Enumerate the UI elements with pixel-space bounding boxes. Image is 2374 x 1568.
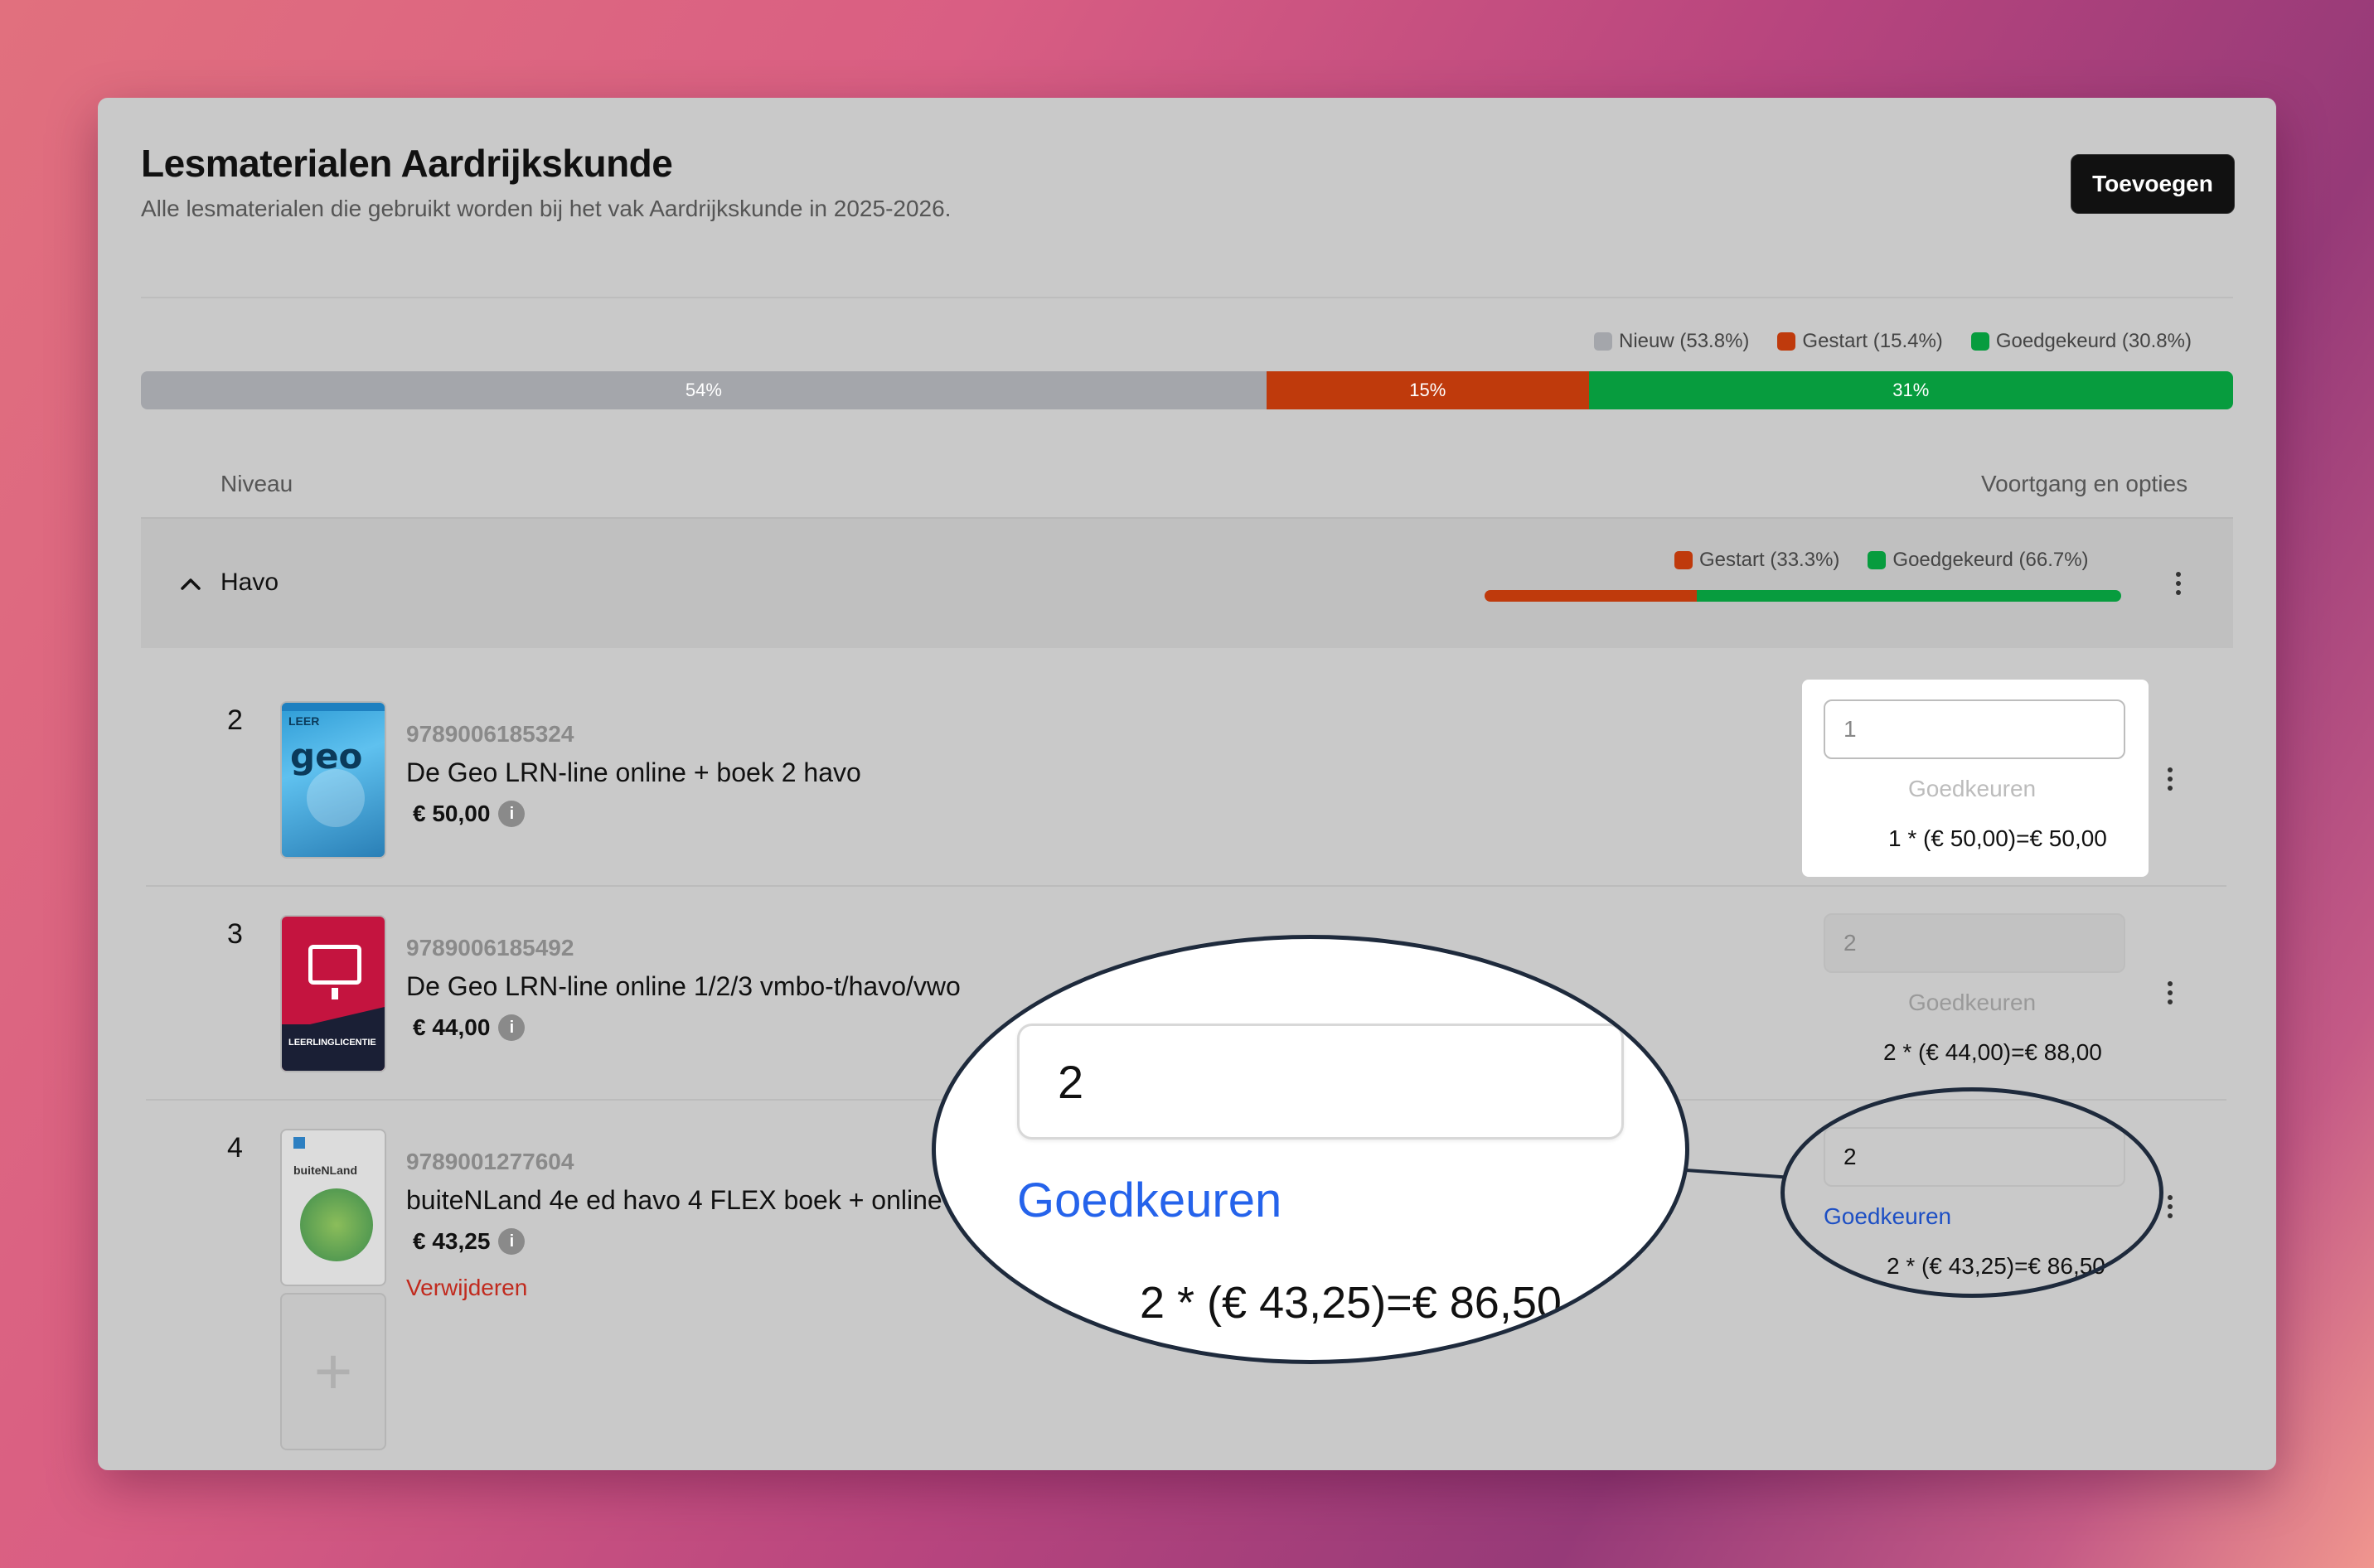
progress-segment-started (1485, 590, 1697, 602)
add-image-plus-icon[interactable]: + (280, 1293, 386, 1450)
progress-segment-new: 54% (141, 371, 1267, 409)
overall-progress-bar: 54% 15% 31% (141, 371, 2233, 409)
product-name[interactable]: De Geo LRN-line online + boek 2 havo (406, 757, 861, 788)
book-cover-image: LEERLINGLICENTIE (280, 915, 386, 1072)
legend-swatch (1868, 551, 1887, 569)
group-progress-bar (1485, 590, 2121, 602)
group-legend: Gestart (33.3%) Goedgekeurd (66.7%) (1674, 549, 2089, 572)
legend-item-new: Nieuw (53.8%) (1594, 330, 1749, 353)
product-name[interactable]: De Geo LRN-line online 1/2/3 vmbo-t/havo… (406, 971, 961, 1002)
info-icon[interactable]: i (498, 1014, 526, 1041)
book-cover-image: buiteNLand (280, 1129, 386, 1286)
legend-swatch (1594, 332, 1612, 351)
highlight-ring (1780, 1087, 2163, 1298)
divider (141, 297, 2233, 298)
row-number: 2 (227, 704, 243, 736)
total-calculation: 2 * (€ 44,00)=€ 88,00 (1883, 1039, 2102, 1065)
zoom-callout: 2 Goedkeuren 2 * (€ 43,25)=€ 86,50 (932, 935, 1689, 1364)
progress-segment-approved: 31% (1588, 371, 2233, 409)
chevron-up-icon[interactable] (174, 567, 207, 600)
zoomed-quantity-input: 2 (1017, 1024, 1624, 1140)
info-icon[interactable]: i (498, 1228, 526, 1255)
isbn: 9789001277604 (406, 1149, 574, 1174)
legend-swatch (1777, 332, 1796, 351)
book-cover-text: buiteNLand (293, 1164, 357, 1177)
legend-item-started: Gestart (33.3%) (1674, 549, 1839, 572)
group-more-icon[interactable] (2175, 572, 2182, 595)
row-more-icon[interactable] (2167, 1195, 2173, 1218)
price: € 50,00 i (413, 801, 526, 827)
price-value: € 43,25 (413, 1228, 491, 1254)
row-divider (146, 885, 2226, 887)
add-button[interactable]: Toevoegen (2071, 154, 2235, 214)
book-cover-text: LEERLINGLICENTIE (288, 1038, 376, 1048)
price-value: € 44,00 (413, 1014, 491, 1040)
isbn: 9789006185324 (406, 721, 574, 747)
remove-link[interactable]: Verwijderen (406, 1275, 527, 1301)
page-title: Lesmaterialen Aardrijkskunde (141, 142, 673, 185)
zoomed-approve-button: Goedkeuren (1017, 1174, 1282, 1227)
row-number: 3 (227, 918, 243, 950)
row-number: 4 (227, 1132, 243, 1164)
quantity-input[interactable]: 2 (1824, 913, 2125, 973)
info-icon[interactable]: i (498, 801, 526, 827)
group-name: Havo (220, 569, 279, 596)
approve-button[interactable]: Goedkeuren (1908, 776, 2036, 802)
isbn: 9789006185492 (406, 935, 574, 961)
total-calculation: 1 * (€ 50,00)=€ 50,00 (1888, 825, 2107, 851)
legend-item-started: Gestart (15.4%) (1777, 330, 1943, 353)
price-value: € 50,00 (413, 801, 491, 826)
product-name[interactable]: buiteNLand 4e ed havo 4 FLEX boek + onli… (406, 1185, 942, 1216)
column-header-level: Niveau (220, 471, 293, 496)
row-more-icon[interactable] (2167, 981, 2173, 1004)
group-row-havo[interactable] (141, 519, 2233, 648)
approve-button[interactable]: Goedkeuren (1908, 990, 2036, 1016)
zoomed-total-calculation: 2 * (€ 43,25)=€ 86,50 (1140, 1278, 1562, 1328)
legend-label: Nieuw (53.8%) (1619, 330, 1750, 352)
legend-label: Gestart (15.4%) (1802, 330, 1943, 352)
book-cover-image: LEER geo (280, 701, 386, 859)
overall-legend: Nieuw (53.8%) Gestart (15.4%) Goedgekeur… (1594, 330, 2192, 353)
legend-item-approved: Goedgekeurd (30.8%) (1970, 330, 2192, 353)
legend-swatch (1674, 551, 1693, 569)
quantity-input[interactable]: 1 (1824, 699, 2125, 759)
legend-label: Gestart (33.3%) (1699, 549, 1840, 571)
page-subtitle: Alle lesmaterialen die gebruikt worden b… (141, 196, 952, 221)
price: € 43,25 i (413, 1228, 526, 1255)
row-more-icon[interactable] (2167, 767, 2173, 791)
legend-item-approved: Goedgekeurd (66.7%) (1868, 549, 2089, 572)
progress-segment-started: 15% (1266, 371, 1589, 409)
legend-label: Goedgekeurd (66.7%) (1892, 549, 2089, 571)
legend-label: Goedgekeurd (30.8%) (1995, 330, 2192, 352)
price: € 44,00 i (413, 1014, 526, 1041)
progress-segment-approved (1696, 590, 2121, 602)
legend-swatch (1970, 332, 1989, 351)
column-header-progress: Voortgang en opties (1981, 471, 2188, 496)
